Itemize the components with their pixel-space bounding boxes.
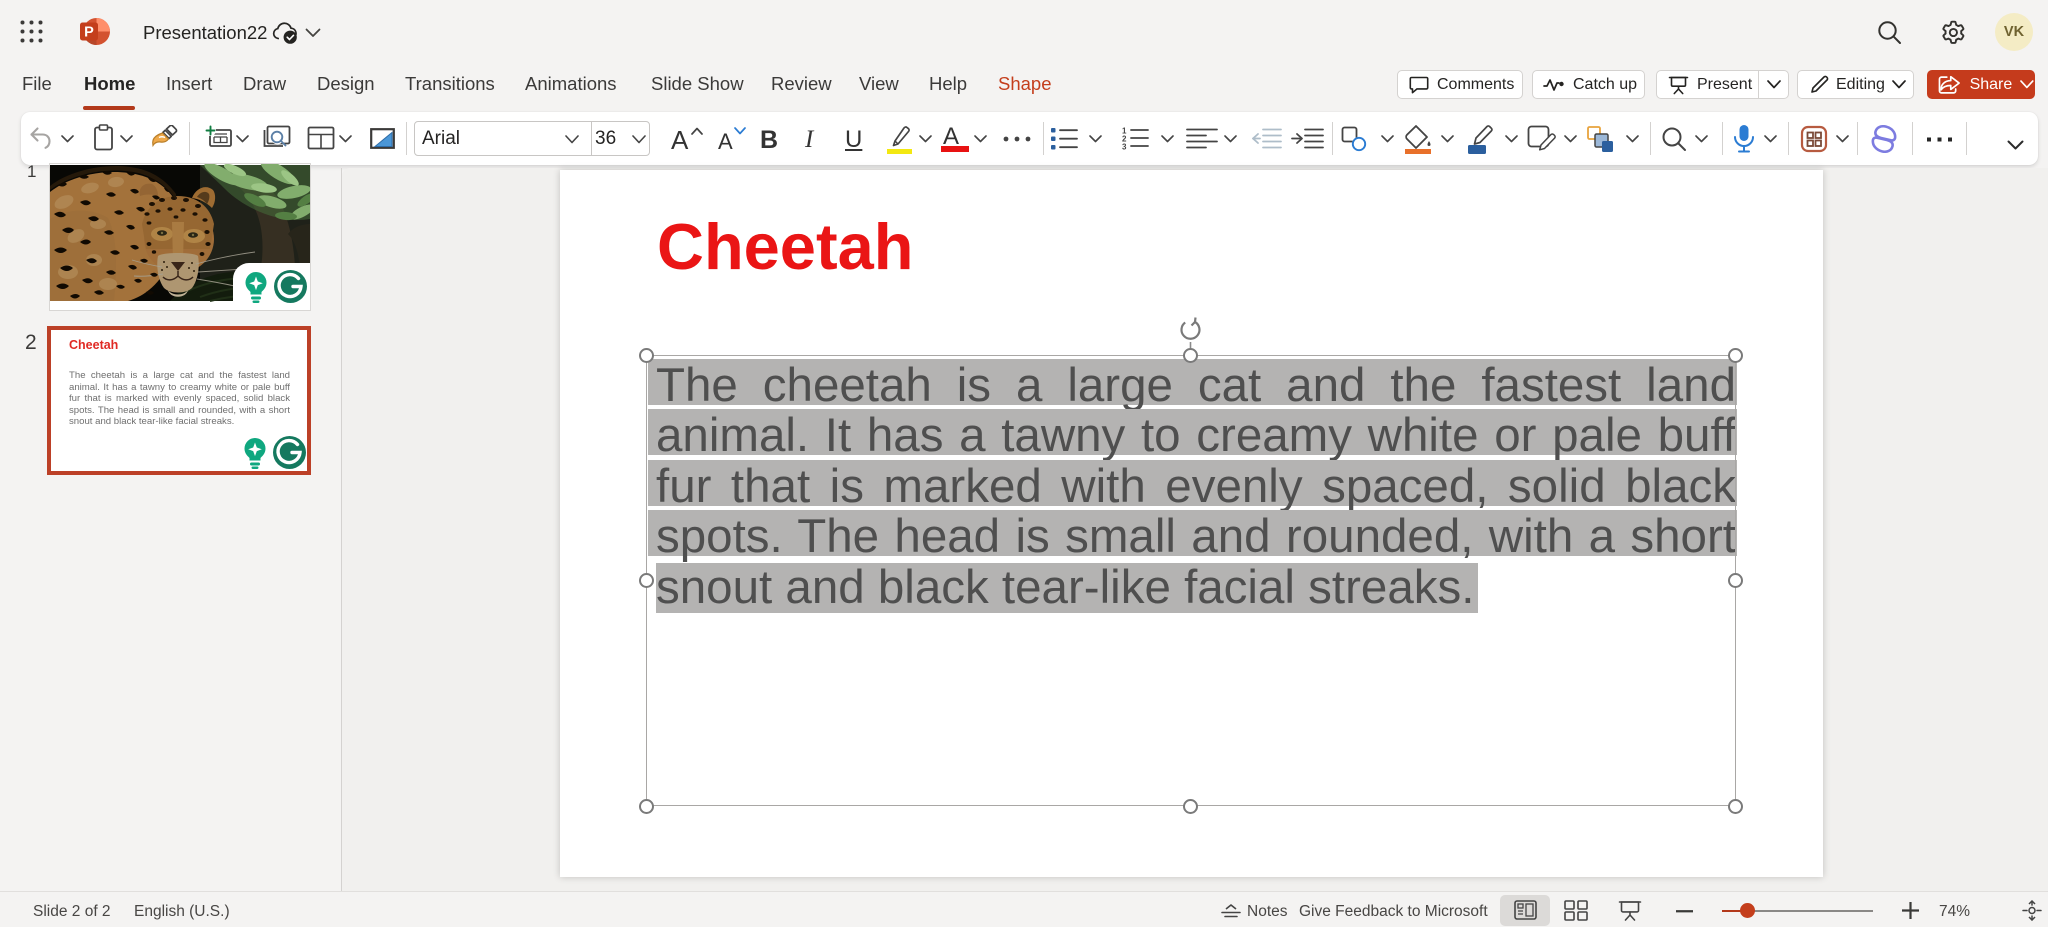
svg-text:P: P <box>84 25 94 41</box>
svg-text:3: 3 <box>1122 143 1127 152</box>
